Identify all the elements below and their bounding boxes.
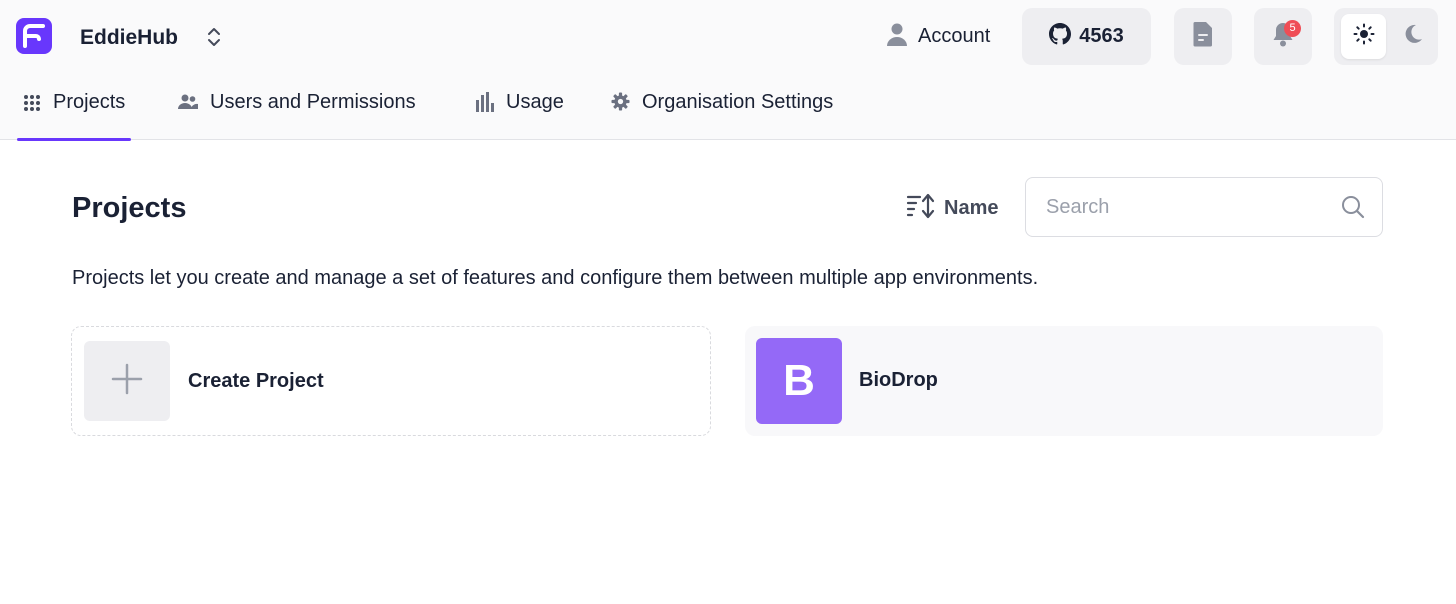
top-header: EddieHub Account 4563 5 Projects Users a… bbox=[0, 0, 1456, 141]
github-stars-button[interactable]: 4563 bbox=[1022, 8, 1151, 65]
gear-icon bbox=[611, 92, 630, 116]
documentation-button[interactable] bbox=[1174, 8, 1232, 65]
tab-projects[interactable]: Projects bbox=[16, 82, 132, 141]
plus-icon bbox=[111, 363, 143, 400]
page-title: Projects bbox=[72, 192, 187, 224]
search-input[interactable] bbox=[1046, 192, 1336, 222]
sort-icon bbox=[906, 193, 936, 224]
create-project-card[interactable]: Create Project bbox=[71, 326, 711, 436]
bar-chart-icon bbox=[476, 92, 494, 117]
flagsmith-logo-icon[interactable] bbox=[16, 18, 52, 54]
github-icon bbox=[1049, 23, 1072, 50]
project-card-biodrop[interactable]: B BioDrop bbox=[745, 326, 1383, 436]
tab-label: Organisation Settings bbox=[642, 91, 834, 113]
github-star-count: 4563 bbox=[1079, 25, 1124, 47]
document-icon bbox=[1192, 21, 1214, 52]
account-button[interactable]: Account bbox=[886, 20, 990, 52]
moon-icon bbox=[1402, 23, 1424, 50]
create-project-label: Create Project bbox=[188, 370, 324, 392]
grid-icon bbox=[23, 94, 41, 117]
users-icon bbox=[178, 94, 198, 115]
user-icon bbox=[886, 21, 908, 52]
tab-label: Usage bbox=[506, 91, 564, 113]
sort-label: Name bbox=[944, 196, 999, 219]
search-icon[interactable] bbox=[1340, 194, 1366, 225]
tab-users-and-permissions[interactable]: Users and Permissions bbox=[178, 82, 416, 140]
project-avatar: B bbox=[756, 338, 842, 424]
tab-usage[interactable]: Usage bbox=[476, 82, 564, 140]
light-mode-button[interactable] bbox=[1341, 14, 1386, 59]
dark-mode-button[interactable] bbox=[1390, 14, 1435, 59]
organisation-name[interactable]: EddieHub bbox=[80, 25, 178, 51]
project-name: BioDrop bbox=[859, 369, 938, 391]
sort-button[interactable]: Name bbox=[906, 192, 998, 224]
search-box bbox=[1025, 177, 1383, 237]
theme-toggle bbox=[1334, 8, 1438, 65]
tab-label: Projects bbox=[53, 91, 126, 113]
tab-label: Users and Permissions bbox=[210, 91, 416, 113]
notification-badge: 5 bbox=[1284, 20, 1301, 37]
account-label: Account bbox=[918, 24, 991, 47]
chevron-up-down-icon[interactable] bbox=[204, 24, 224, 50]
create-project-tile bbox=[84, 341, 170, 421]
notifications-button[interactable]: 5 bbox=[1254, 8, 1312, 65]
page-description: Projects let you create and manage a set… bbox=[72, 267, 1039, 289]
tab-organisation-settings[interactable]: Organisation Settings bbox=[611, 82, 833, 140]
sun-icon bbox=[1353, 23, 1375, 50]
